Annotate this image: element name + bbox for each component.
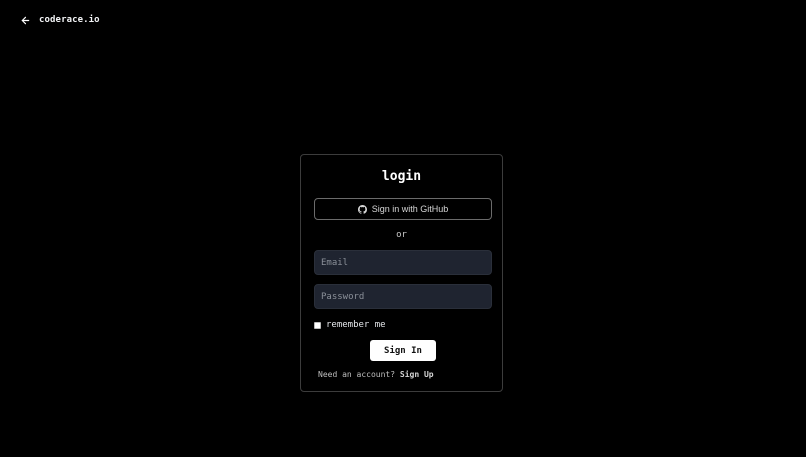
arrow-left-icon[interactable] [19, 14, 31, 26]
brand-name[interactable]: coderace.io [39, 15, 100, 25]
remember-me-row[interactable]: remember me [314, 320, 386, 330]
sign-in-button[interactable]: Sign In [370, 340, 436, 361]
login-card: login Sign in with GitHub or remember me… [300, 154, 503, 392]
sign-up-link[interactable]: Sign Up [400, 370, 434, 379]
email-field[interactable] [314, 250, 492, 275]
login-title: login [381, 169, 422, 184]
top-bar: coderace.io [19, 12, 100, 28]
signup-prompt-text: Need an account? [318, 370, 396, 379]
github-signin-button[interactable]: Sign in with GitHub [314, 198, 492, 220]
github-icon [357, 204, 367, 214]
or-separator: or [396, 230, 407, 240]
signup-prompt: Need an account? Sign Up [318, 370, 434, 379]
remember-me-checkbox[interactable] [314, 321, 321, 329]
github-button-label: Sign in with GitHub [371, 204, 449, 214]
remember-me-label: remember me [326, 320, 386, 330]
password-field[interactable] [314, 284, 492, 309]
